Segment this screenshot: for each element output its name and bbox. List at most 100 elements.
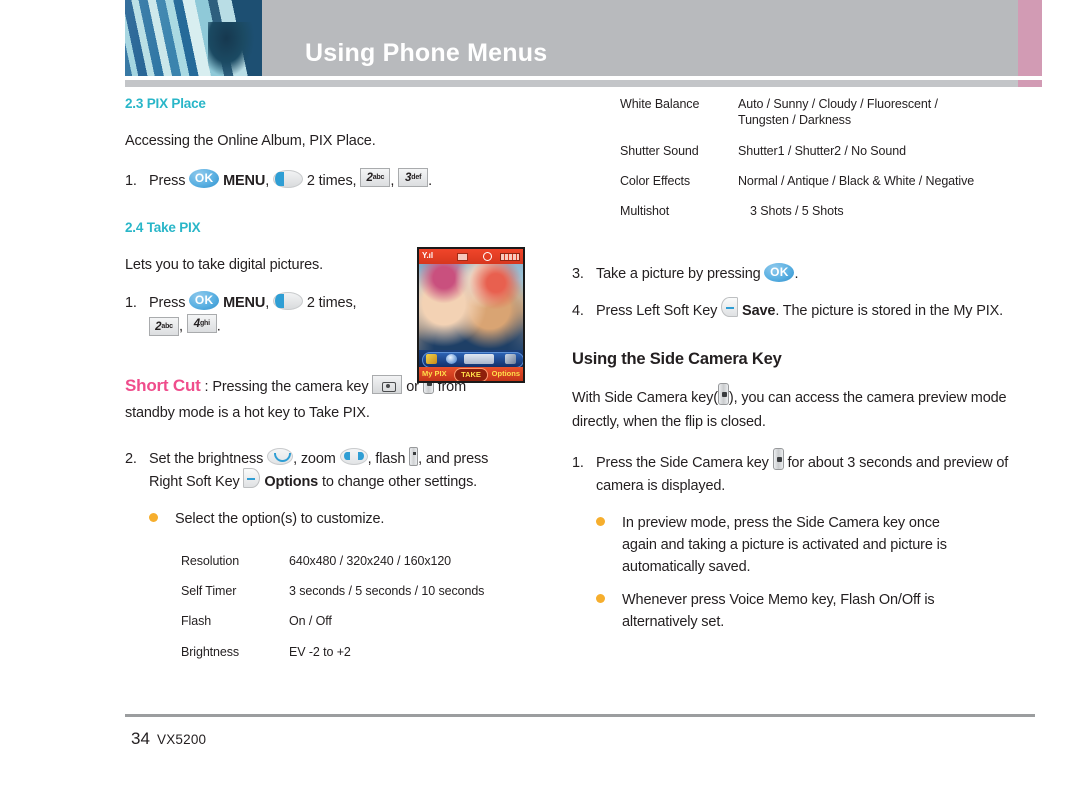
- keypad-3-icon: 3def: [398, 168, 429, 188]
- press-word: Press: [149, 172, 186, 189]
- phone-photo-preview: [419, 264, 523, 350]
- table-row: Multishot 3 Shots / 5 Shots: [620, 203, 988, 233]
- camera-toolbar-icon: [505, 354, 516, 364]
- bullet-dot-icon: [149, 509, 175, 531]
- step-text: Press the Side Camera key for about 3 se…: [596, 448, 1042, 497]
- right-soft-key-icon: [243, 467, 261, 488]
- table-row: Brightness EV -2 to +2: [181, 644, 484, 674]
- take-pix-step-1: 1. Press OK MENU, 2 times, 2abc, 4ghi.: [125, 291, 415, 339]
- header-accent-block: [1018, 0, 1042, 76]
- table-cell-key: White Balance: [620, 97, 700, 111]
- ok-key-icon: OK: [189, 291, 220, 311]
- nav-left-key-icon: [272, 169, 303, 188]
- nav-left-key-icon: [272, 291, 303, 310]
- period: .: [794, 266, 799, 283]
- bullet-dot-icon: [596, 513, 622, 578]
- side-step1-text-1: Press the Side Camera key: [596, 455, 769, 472]
- bullet-dot-icon: [596, 590, 622, 634]
- camera-settings-table-left: Resolution 640x480 / 320x240 / 160x120 S…: [181, 553, 484, 674]
- table-row: Flash On / Off: [181, 613, 484, 643]
- header-decorative-photo: [125, 0, 262, 76]
- menu-label: MENU: [223, 294, 266, 311]
- step-number: 1.: [125, 172, 137, 189]
- take-pix-intro: Lets you to take digital pictures.: [125, 257, 324, 274]
- right-bullet-2: Whenever press Voice Memo key, Flash On/…: [596, 590, 986, 634]
- signal-strength-icon: Y.ıl: [422, 251, 434, 260]
- times-label: 2 times,: [306, 294, 357, 311]
- step2-text-3: , flash: [367, 451, 406, 468]
- location-icon: [483, 252, 492, 261]
- step3-text: Take a picture by pressing: [596, 266, 761, 283]
- table-row: Shutter Sound Shutter1 / Shutter2 / No S…: [620, 143, 988, 173]
- section-heading-side-camera-key: Using the Side Camera Key: [572, 350, 782, 369]
- comma: ,: [179, 318, 183, 335]
- shortcut-text-a: Pressing the camera key: [212, 379, 369, 396]
- page-header: Using Phone Menus: [0, 0, 1080, 87]
- bullet-text: Whenever press Voice Memo key, Flash On/…: [622, 592, 935, 631]
- side-camera-key-icon: [772, 448, 784, 471]
- step2-text-2: , zoom: [293, 451, 336, 468]
- comma: ,: [265, 294, 270, 311]
- menu-label: MENU: [223, 172, 266, 189]
- brightness-key-icon: [267, 447, 294, 465]
- zoom-key-icon: [339, 447, 368, 465]
- section-heading-pix-place: 2.3 PIX Place: [125, 96, 206, 111]
- step-number: 4.: [572, 302, 584, 319]
- camera-settings-table-right: White Balance Auto / Sunny / Cloudy / Fl…: [620, 96, 988, 233]
- table-cell-key: Flash: [181, 614, 212, 629]
- step-number: 3.: [572, 266, 584, 283]
- side-camera-step-1: 1. Press the Side Camera key for about 3…: [572, 448, 1042, 497]
- page-title: Using Phone Menus: [305, 39, 548, 67]
- header-rule: [125, 80, 1018, 87]
- shortcut-label: Short Cut: [125, 376, 201, 396]
- step-number: 1.: [572, 455, 584, 472]
- table-cell-value: 640x480 / 320x240 / 160x120: [289, 553, 452, 568]
- step4-text-2: . The picture is stored in the My PIX.: [775, 302, 1004, 319]
- table-row: Self Timer 3 seconds / 5 seconds / 10 se…: [181, 583, 484, 613]
- table-cell-value: Auto / Sunny / Cloudy / Fluorescent / Tu…: [738, 97, 938, 128]
- step-text: Press OK MENU, 2 times, 2abc, 3def.: [149, 168, 545, 192]
- step2-text-1: Set the brightness: [149, 451, 264, 468]
- side-camera-intro: With Side Camera key(), you can access t…: [572, 383, 1042, 434]
- phone-soft-key-bar: My PIX TAKE Options: [419, 367, 523, 381]
- table-cell-key: Brightness: [181, 644, 240, 659]
- side-camera-intro-a: With Side Camera key(: [572, 390, 718, 407]
- table-row: Resolution 640x480 / 320x240 / 160x120: [181, 553, 484, 583]
- soft-key-left-label: My PIX: [422, 369, 447, 378]
- comma: ,: [390, 172, 395, 189]
- soft-key-center-label: TAKE: [454, 368, 488, 381]
- pix-place-intro: Accessing the Online Album, PIX Place.: [125, 133, 376, 149]
- footer-rule: [125, 714, 1035, 717]
- table-row: White Balance Auto / Sunny / Cloudy / Fl…: [620, 96, 988, 143]
- table-cell-key: Shutter Sound: [620, 143, 699, 158]
- zoom-toolbar-icon: [446, 354, 457, 364]
- battery-icon: [500, 253, 520, 261]
- camera-key-icon: [372, 374, 403, 394]
- keypad-4-icon: 4ghi: [186, 314, 217, 334]
- step-text: Take a picture by pressing OK.: [596, 262, 1042, 285]
- shortcut-text-c: standby mode is a hot key to Take PIX.: [125, 404, 370, 421]
- times-label: 2 times,: [306, 172, 357, 189]
- flash-toolbar-icon: [426, 354, 437, 364]
- table-cell-key: Color Effects: [620, 173, 691, 188]
- table-cell-key: Multishot: [620, 204, 670, 218]
- step2-text-5: Right Soft Key: [149, 473, 240, 490]
- table-cell-value: 3 Shots / 5 Shots: [750, 204, 844, 218]
- phone-status-bar: Y.ıl: [419, 249, 523, 264]
- model-name: VX5200: [157, 732, 207, 747]
- pix-place-step-1: 1. Press OK MENU, 2 times, 2abc, 3def.: [125, 168, 545, 192]
- table-cell-value: On / Off: [289, 614, 332, 629]
- step-number: 2.: [125, 451, 137, 468]
- save-label: Save: [742, 302, 776, 319]
- right-step-4: 4. Press Left Soft Key Save. The picture…: [572, 296, 1042, 322]
- step4-text-1: Press Left Soft Key: [596, 302, 718, 319]
- table-cell-key: Self Timer: [181, 584, 237, 599]
- left-bullet-1: Select the option(s) to customize.: [149, 509, 545, 531]
- table-cell-value: Normal / Antique / Black & White / Negat…: [738, 173, 975, 188]
- phone-camera-preview-screenshot: Y.ıl My PIX TAKE Options: [417, 247, 525, 383]
- flash-key-icon: [409, 446, 419, 466]
- step-text: Press OK MENU, 2 times, 2abc, 4ghi.: [149, 291, 415, 339]
- shortcut-colon: :: [204, 379, 209, 396]
- options-label: Options: [264, 473, 319, 490]
- step2-text-4: , and press: [418, 451, 489, 468]
